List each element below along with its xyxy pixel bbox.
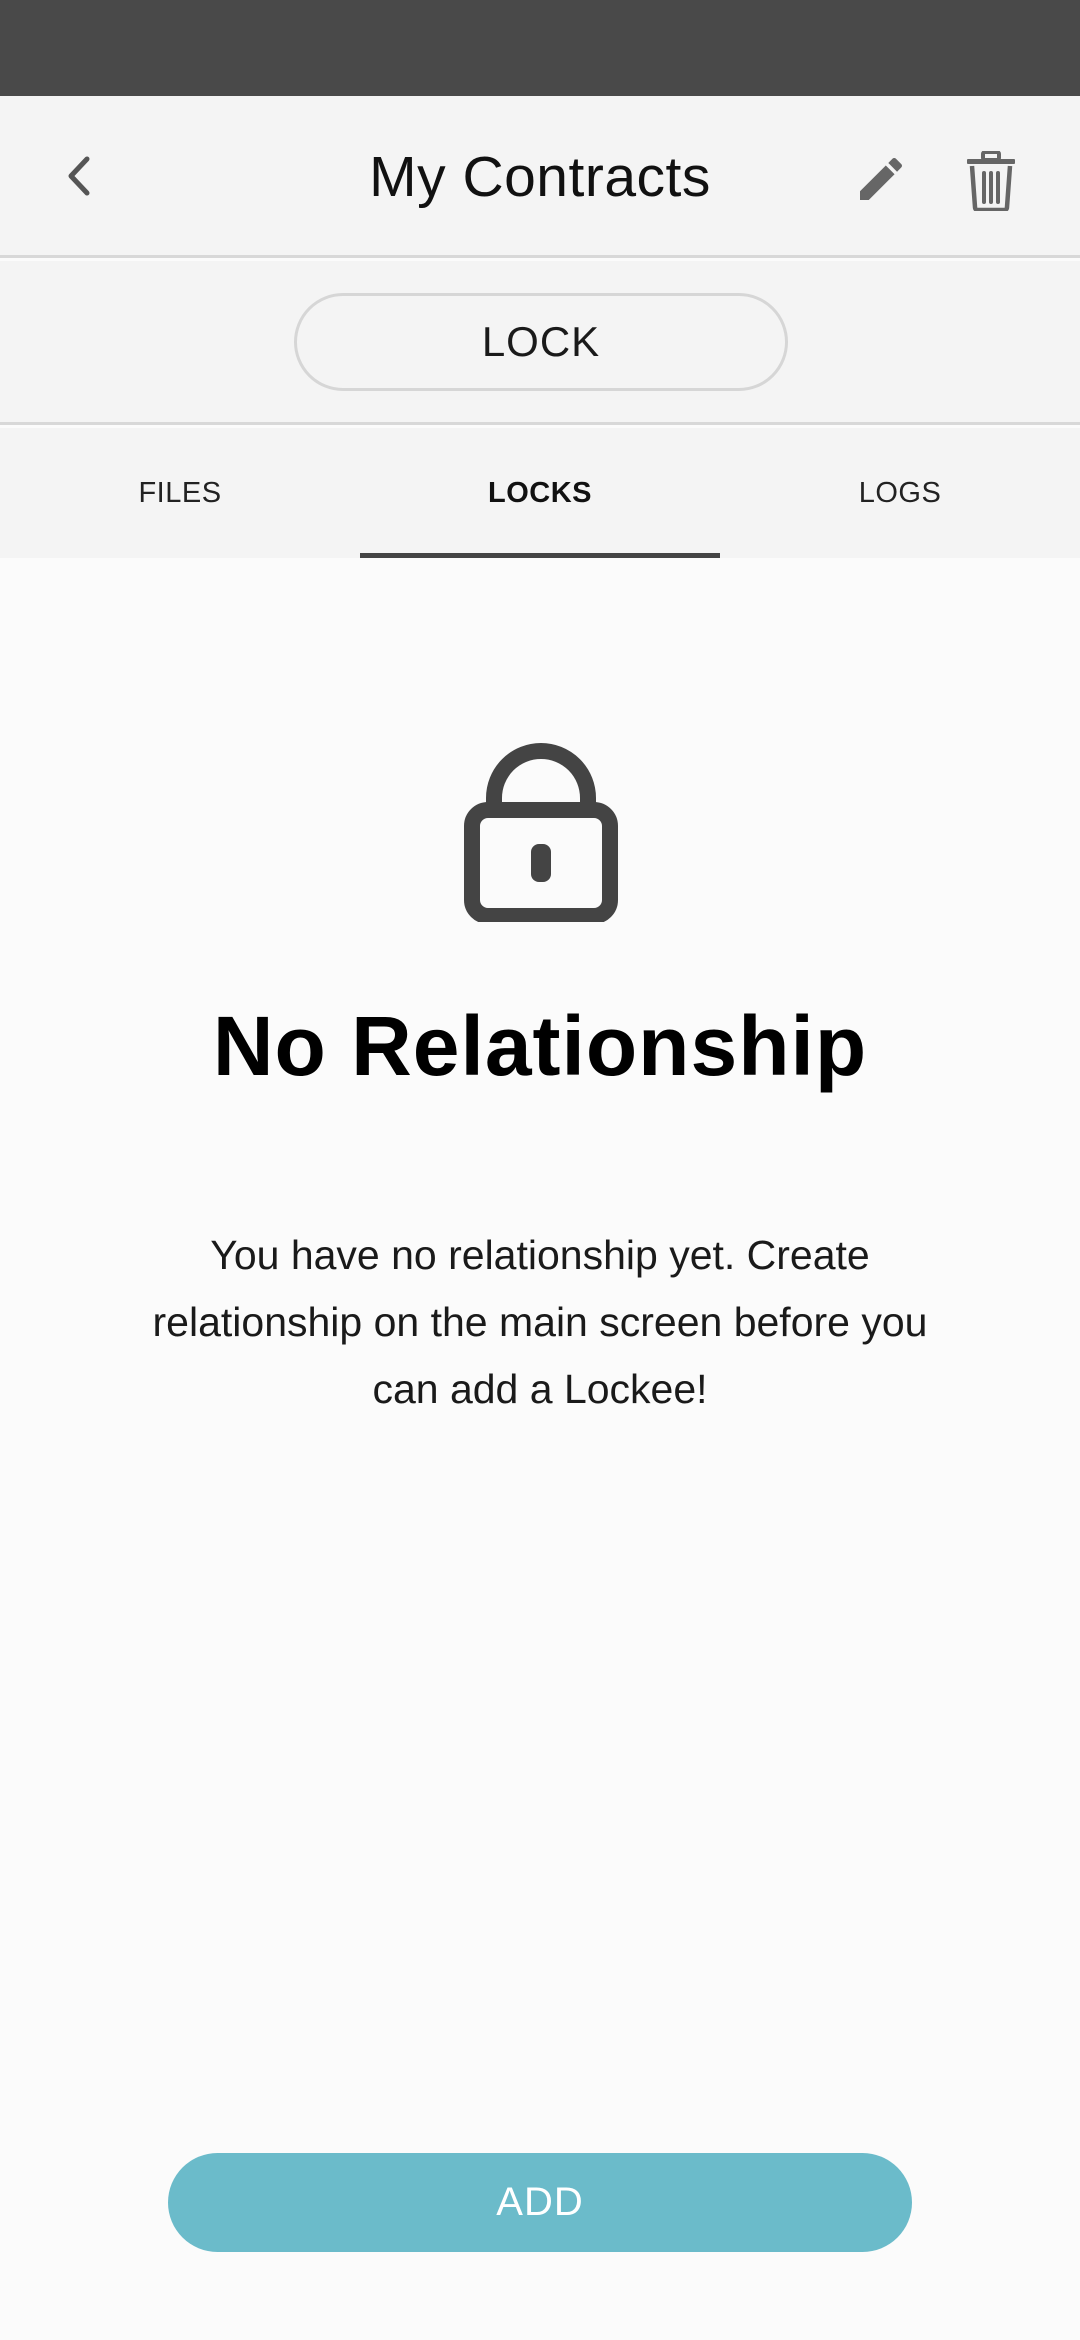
lock-section: LOCK	[0, 261, 1080, 425]
locks-content: No Relationship You have no relationship…	[0, 558, 1080, 2340]
app-bar: My Contracts	[0, 96, 1080, 258]
empty-state-message: You have no relationship yet. Create rel…	[152, 1232, 928, 1412]
chevron-left-icon	[68, 156, 90, 196]
lock-icon	[464, 743, 618, 922]
tab-bar: FILES LOCKS LOGS	[0, 428, 1080, 558]
back-button[interactable]	[44, 136, 114, 216]
edit-button[interactable]	[848, 146, 914, 212]
tab-locks[interactable]: LOCKS	[360, 428, 720, 558]
tab-logs[interactable]: LOGS	[720, 428, 1080, 558]
tab-files[interactable]: FILES	[0, 428, 360, 558]
empty-state-heading: No Relationship	[212, 999, 868, 1093]
delete-button[interactable]	[958, 146, 1024, 216]
page-title: My Contracts	[369, 145, 711, 209]
pencil-icon	[860, 157, 903, 200]
add-button[interactable]: ADD	[168, 2153, 912, 2252]
status-bar	[0, 0, 1080, 96]
trash-icon	[967, 151, 1015, 211]
lock-button[interactable]: LOCK	[294, 293, 788, 391]
